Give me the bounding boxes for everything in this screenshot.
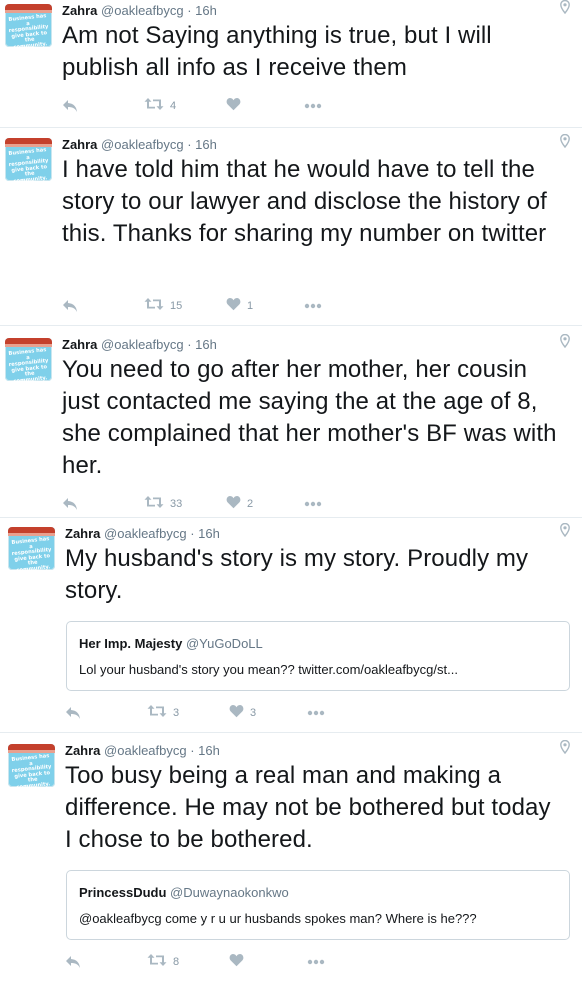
author-name[interactable]: Zahra	[65, 743, 100, 758]
quoted-author-name: PrincessDudu	[79, 885, 167, 900]
reply-icon[interactable]	[65, 704, 81, 722]
tweet-actions: 15 1	[62, 297, 362, 317]
author-handle[interactable]: @oakleafbycg	[104, 526, 187, 541]
more-options-icon[interactable]	[304, 495, 322, 513]
timestamp[interactable]: · 16h	[190, 743, 220, 758]
quoted-author-handle: @Duwaynaokonkwo	[170, 885, 289, 900]
retweet-count: 8	[173, 956, 180, 968]
author-name[interactable]: Zahra	[62, 137, 97, 152]
retweet-button[interactable]: 15	[144, 297, 182, 315]
reply-icon[interactable]	[62, 297, 78, 315]
like-button[interactable]: 1	[226, 297, 253, 315]
tweet-header: Zahra @oakleafbycg · 16h	[65, 526, 220, 541]
location-pin-icon[interactable]	[560, 133, 570, 153]
more-options-icon[interactable]	[307, 953, 325, 971]
location-pin-icon[interactable]	[560, 739, 570, 759]
retweet-count: 33	[170, 498, 183, 510]
avatar[interactable]: Business has a responsibility give back …	[8, 744, 55, 787]
tweet-2[interactable]: Business has a responsibility give back …	[0, 133, 582, 326]
retweet-button[interactable]: 8	[147, 953, 179, 971]
quoted-author-handle: @YuGoDoLL	[185, 636, 263, 651]
tweet-text: My husband's story is my story. Proudly …	[65, 545, 529, 604]
heart-icon	[226, 297, 241, 316]
tweet-4[interactable]: Business has a responsibility give back …	[0, 522, 582, 733]
tweet-text: Am not Saying anything is true, but I wi…	[62, 22, 492, 81]
reply-icon[interactable]	[62, 97, 78, 115]
retweet-icon	[144, 495, 164, 514]
retweet-icon	[144, 297, 164, 316]
more-options-icon[interactable]	[307, 704, 325, 722]
more-options-icon[interactable]	[304, 297, 322, 315]
avatar[interactable]: Business has a responsibility give back …	[8, 527, 55, 570]
like-count: 2	[247, 498, 254, 510]
author-name[interactable]: Zahra	[65, 526, 100, 541]
more-options-icon[interactable]	[304, 97, 322, 115]
tweet-header: Zahra @oakleafbycg · 16h	[62, 337, 217, 352]
author-name[interactable]: Zahra	[62, 337, 97, 352]
tweet-text: I have told him that he would have to te…	[62, 156, 547, 247]
location-pin-icon[interactable]	[560, 522, 570, 542]
like-count: 1	[247, 300, 254, 312]
tweet-header: Zahra @oakleafbycg · 16h	[62, 3, 217, 18]
timestamp[interactable]: · 16h	[187, 137, 217, 152]
heart-icon	[226, 97, 241, 116]
quoted-author-name: Her Imp. Majesty	[79, 636, 183, 651]
heart-icon	[226, 495, 241, 514]
tweet-text: Too busy being a real man and making a d…	[65, 762, 551, 853]
timestamp[interactable]: · 16h	[187, 3, 217, 18]
tweet-actions: 3 3	[65, 704, 365, 724]
location-pin-icon[interactable]	[560, 0, 570, 19]
location-pin-icon[interactable]	[560, 333, 570, 353]
author-name[interactable]: Zahra	[62, 3, 97, 18]
author-handle[interactable]: @oakleafbycg	[101, 3, 184, 18]
tweet-header: Zahra @oakleafbycg · 16h	[62, 137, 217, 152]
reply-icon[interactable]	[62, 495, 78, 513]
quoted-tweet[interactable]: Her Imp. Majesty @YuGoDoLL Lol your husb…	[66, 621, 570, 691]
avatar[interactable]: Business has a responsibility give back …	[5, 4, 52, 47]
like-button[interactable]	[229, 953, 250, 971]
tweet-text: You need to go after her mother, her cou…	[62, 356, 557, 479]
quoted-tweet-text: Lol your husband's story you mean?? twit…	[79, 662, 458, 677]
author-handle[interactable]: @oakleafbycg	[104, 743, 187, 758]
quoted-tweet-text: @oakleafbycg come y r u ur husbands spok…	[79, 911, 477, 926]
tweet-header: Zahra @oakleafbycg · 16h	[65, 743, 220, 758]
timestamp[interactable]: · 16h	[187, 337, 217, 352]
like-button[interactable]: 3	[229, 704, 256, 722]
like-count: 3	[250, 707, 257, 719]
retweet-button[interactable]: 4	[144, 97, 176, 115]
tweet-actions: 33 2	[62, 495, 362, 515]
reply-icon[interactable]	[65, 953, 81, 971]
author-handle[interactable]: @oakleafbycg	[101, 137, 184, 152]
like-button[interactable]: 2	[226, 495, 253, 513]
author-handle[interactable]: @oakleafbycg	[101, 337, 184, 352]
retweet-button[interactable]: 33	[144, 495, 182, 513]
avatar[interactable]: Business has a responsibility give back …	[5, 138, 52, 181]
heart-icon	[229, 953, 244, 972]
retweet-icon	[147, 704, 167, 723]
retweet-icon	[144, 97, 164, 116]
quoted-tweet[interactable]: PrincessDudu @Duwaynaokonkwo @oakleafbyc…	[66, 870, 570, 940]
tweet-1[interactable]: Business has a responsibility give back …	[0, 0, 582, 128]
tweet-actions: 8	[65, 953, 365, 973]
tweet-5[interactable]: Business has a responsibility give back …	[0, 739, 582, 1002]
retweet-button[interactable]: 3	[147, 704, 179, 722]
tweet-actions: 4	[62, 97, 362, 117]
retweet-count: 15	[170, 300, 183, 312]
retweet-count: 4	[170, 100, 177, 112]
like-button[interactable]	[226, 97, 247, 115]
retweet-icon	[147, 953, 167, 972]
tweet-3[interactable]: Business has a responsibility give back …	[0, 333, 582, 518]
timestamp[interactable]: · 16h	[190, 526, 220, 541]
avatar[interactable]: Business has a responsibility give back …	[5, 338, 52, 381]
heart-icon	[229, 704, 244, 723]
retweet-count: 3	[173, 707, 180, 719]
